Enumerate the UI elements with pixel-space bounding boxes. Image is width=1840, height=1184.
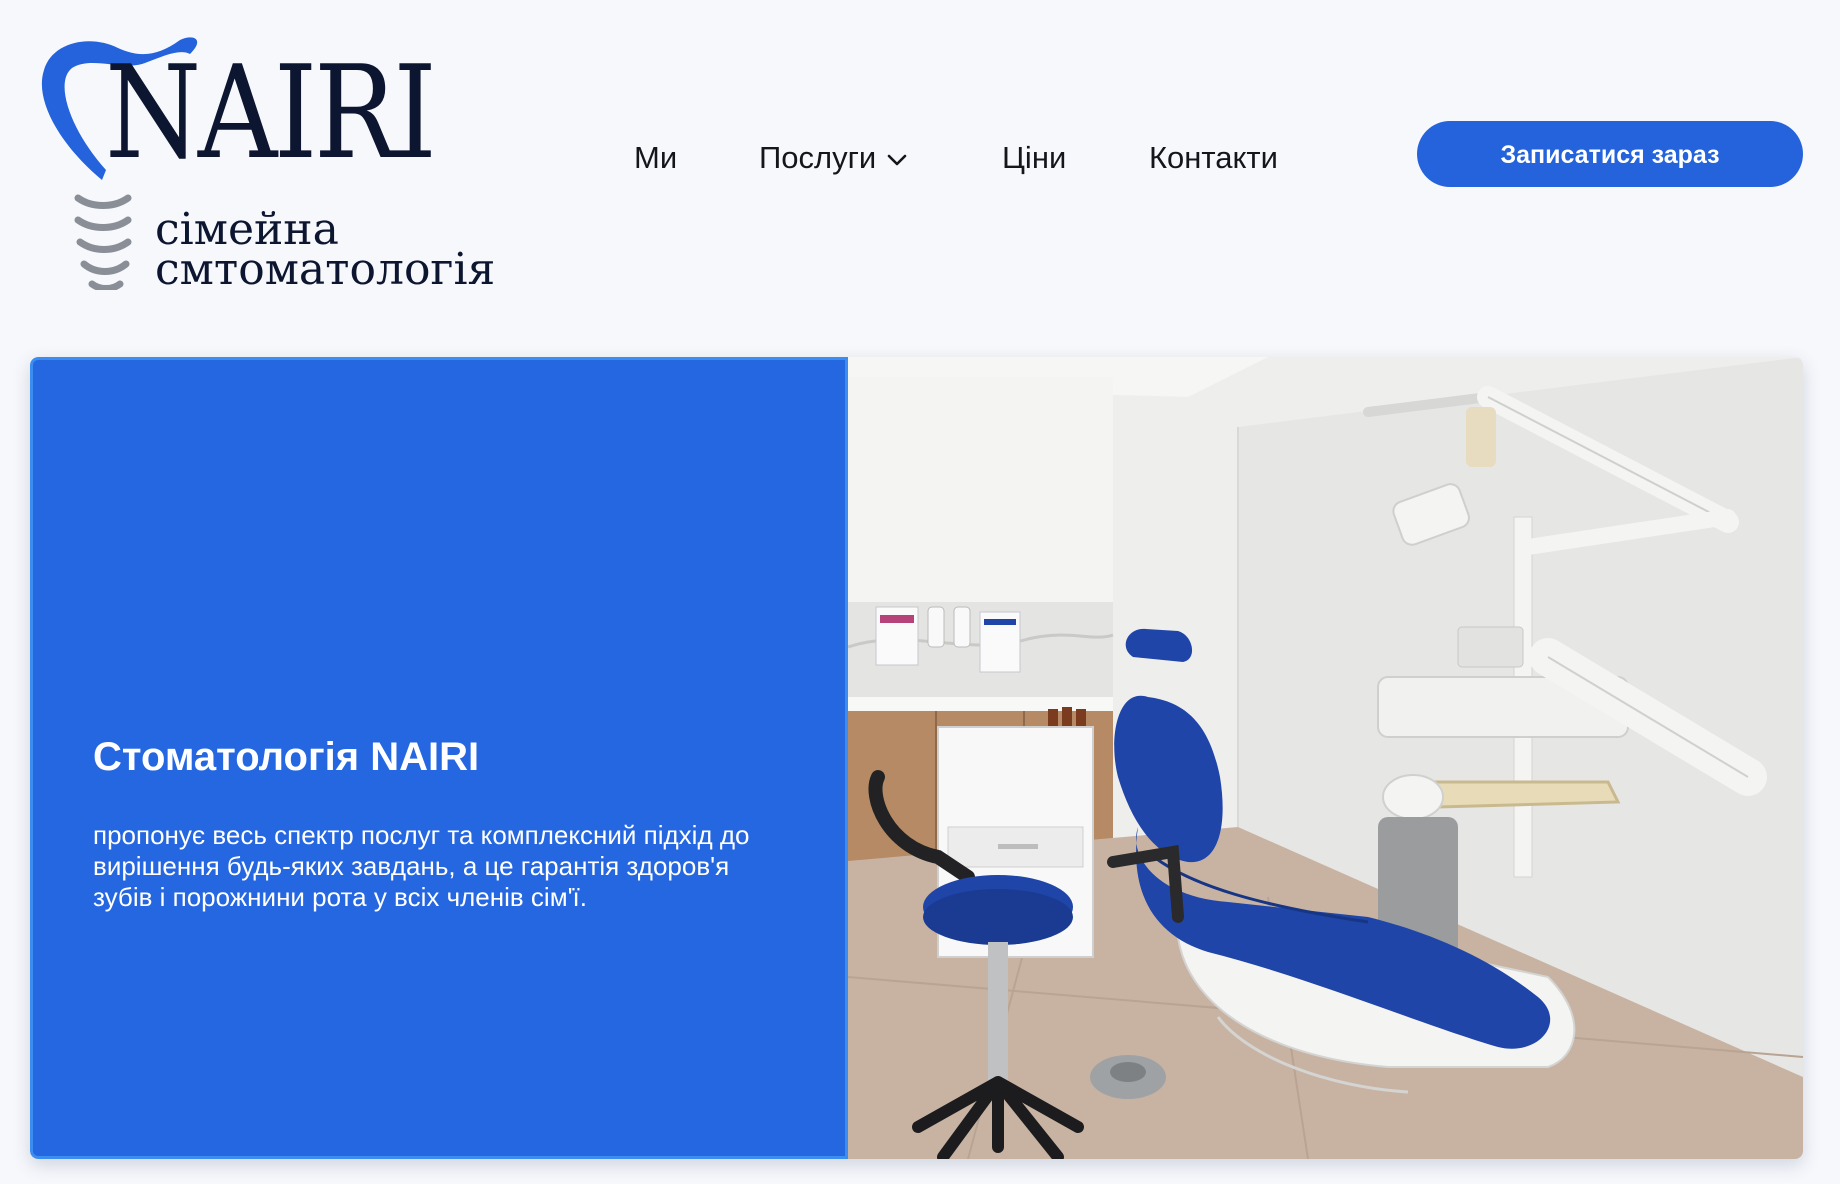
hero-text-panel: Стоматологія NAIRI пропонує весь спектр … bbox=[30, 357, 848, 1159]
dental-office-illustration bbox=[848, 357, 1803, 1159]
nav-item-about[interactable]: Ми bbox=[634, 138, 677, 178]
dental-office-photo bbox=[848, 357, 1803, 1159]
chevron-down-icon bbox=[887, 154, 907, 166]
logo[interactable]: NAIRI сімейна смтоматологія bbox=[30, 30, 510, 295]
hero-title: Стоматологія NAIRI bbox=[93, 735, 480, 779]
hero-section: Стоматологія NAIRI пропонує весь спектр … bbox=[30, 357, 1803, 1159]
hero-description: пропонує весь спектр послуг та комплексн… bbox=[93, 820, 750, 912]
book-now-button[interactable]: Записатися зараз bbox=[1417, 121, 1803, 187]
logo-wordmark: NAIRI bbox=[105, 39, 437, 188]
nav-item-services[interactable]: Послуги bbox=[759, 138, 908, 178]
logo-subtitle-line2: смтоматологія bbox=[155, 244, 496, 295]
nav-item-services-label: Послуги bbox=[759, 140, 877, 175]
nav-item-prices[interactable]: Ціни bbox=[1002, 138, 1066, 178]
nav-item-contacts[interactable]: Контакти bbox=[1149, 138, 1278, 178]
